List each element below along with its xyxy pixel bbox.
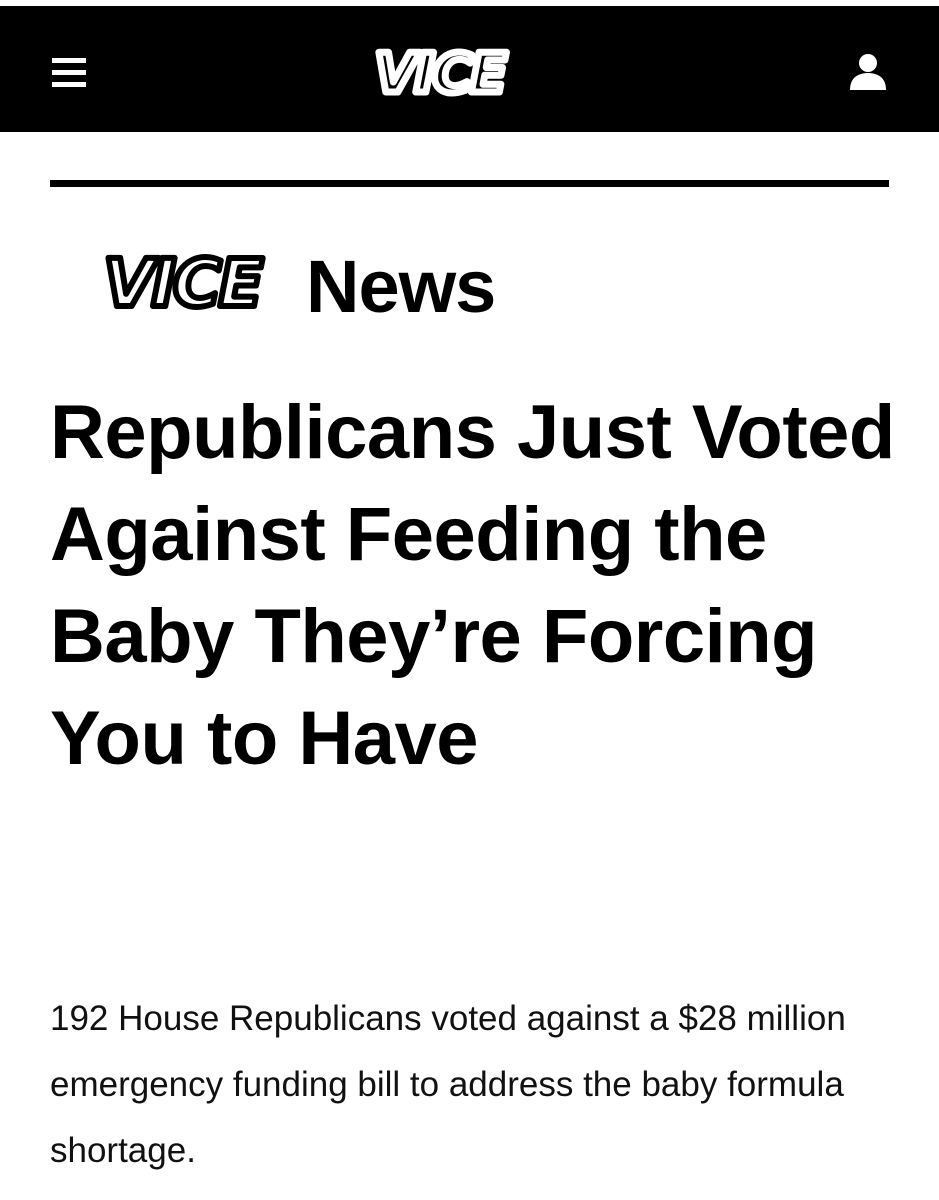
top-navigation-bar: VICE: [0, 6, 939, 132]
menu-bar: [52, 58, 86, 63]
vice-news-section-link[interactable]: VICE News: [66, 240, 586, 332]
section-name: News: [306, 245, 496, 328]
article-headline: Republicans Just Voted Against Feeding t…: [50, 390, 895, 781]
vice-logo: VICE: [371, 39, 513, 109]
vice-logo-home-link[interactable]: VICE: [345, 38, 535, 109]
menu-bar: [52, 70, 86, 75]
user-icon-graphic: [850, 54, 886, 90]
section-divider: [50, 180, 889, 187]
vice-news-logo-text: VICE: [103, 245, 263, 322]
hamburger-menu-icon[interactable]: [44, 50, 94, 96]
vice-news-logo: VICE: [100, 244, 269, 324]
user-account-icon[interactable]: [842, 46, 894, 98]
article-dek: 192 House Republicans voted against a $2…: [50, 999, 846, 1170]
vice-logo-text: VICE: [375, 42, 508, 105]
menu-bar: [52, 82, 86, 87]
